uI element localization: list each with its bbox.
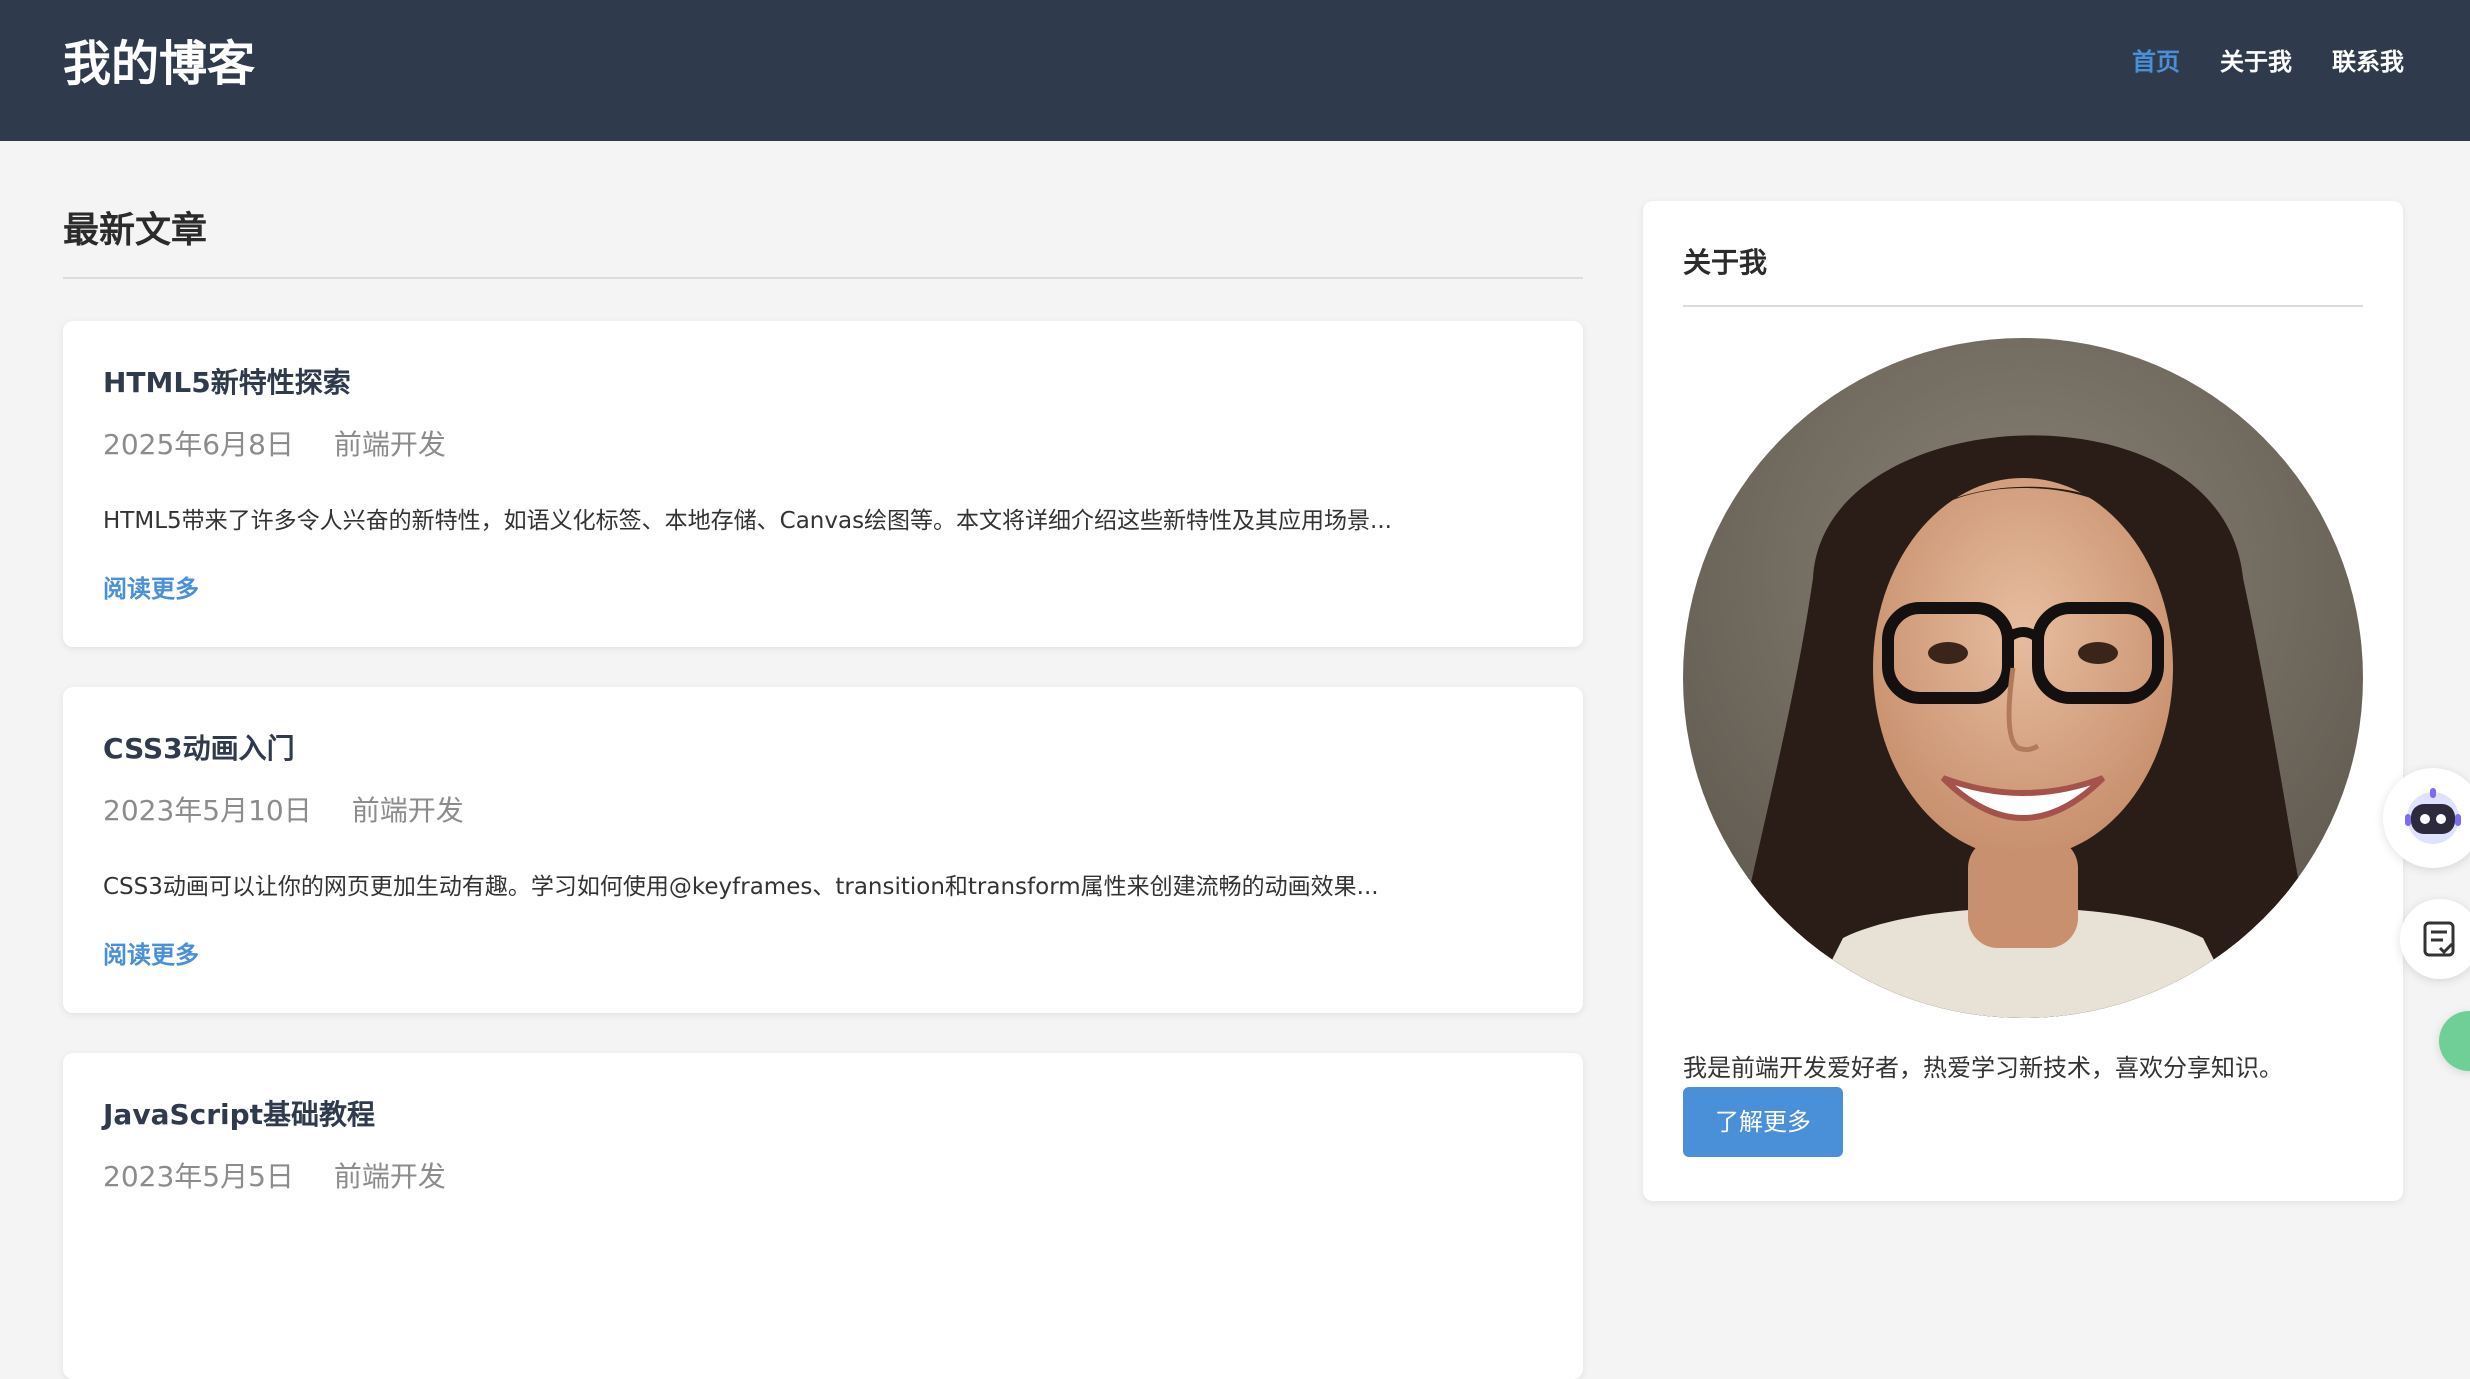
post-meta: 2025年6月8日 前端开发 <box>103 425 446 465</box>
post-meta: 2023年5月10日 前端开发 <box>103 791 464 831</box>
post-card: HTML5新特性探索 2025年6月8日 前端开发 HTML5带来了许多令人兴奋… <box>63 321 1583 647</box>
post-title[interactable]: HTML5新特性探索 <box>103 363 351 403</box>
post-title[interactable]: JavaScript基础教程 <box>103 1095 375 1135</box>
sidebar-bio: 我是前端开发爱好者，热爱学习新技术，喜欢分享知识。 <box>1683 1054 2283 1082</box>
post-date: 2023年5月10日 <box>103 794 312 827</box>
post-category: 前端开发 <box>351 794 464 827</box>
sidebar-divider <box>1683 305 2363 307</box>
green-float-button[interactable] <box>2439 1011 2470 1071</box>
post-excerpt: CSS3动画可以让你的网页更加生动有趣。学习如何使用@keyframes、tra… <box>103 874 1379 900</box>
nav-link-home[interactable]: 首页 <box>2132 42 2180 82</box>
read-more-link[interactable]: 阅读更多 <box>103 571 199 607</box>
post-date: 2025年6月8日 <box>103 428 294 461</box>
site-header: 我的博客 首页 关于我 联系我 <box>0 0 2470 141</box>
nav-link-about[interactable]: 关于我 <box>2220 42 2292 82</box>
read-more-link[interactable]: 阅读更多 <box>103 937 199 973</box>
post-date: 2023年5月5日 <box>103 1160 294 1193</box>
avatar <box>1683 338 2363 1018</box>
post-meta: 2023年5月5日 前端开发 <box>103 1157 446 1197</box>
post-category: 前端开发 <box>333 1160 446 1193</box>
notes-float-button[interactable] <box>2400 899 2470 979</box>
post-title[interactable]: CSS3动画入门 <box>103 729 295 769</box>
post-category: 前端开发 <box>333 428 446 461</box>
learn-more-button[interactable]: 了解更多 <box>1683 1087 1843 1157</box>
section-title: 最新文章 <box>63 210 208 251</box>
post-card: JavaScript基础教程 2023年5月5日 前端开发 <box>63 1053 1583 1379</box>
assistant-float-button[interactable] <box>2383 768 2470 868</box>
about-sidebar: 关于我 我是前端开发爱好者，热爱学习新技术，喜欢分享知识。 了解更多 <box>1643 201 2403 1201</box>
main-nav: 首页 关于我 联系我 <box>2132 42 2404 82</box>
sidebar-title: 关于我 <box>1683 246 1768 279</box>
nav-link-contact[interactable]: 联系我 <box>2332 42 2404 82</box>
avatar-portrait <box>1683 338 2363 1018</box>
notes-checklist-icon <box>2423 921 2455 957</box>
section-divider <box>63 277 1583 279</box>
site-title[interactable]: 我的博客 <box>63 28 255 100</box>
post-card: CSS3动画入门 2023年5月10日 前端开发 CSS3动画可以让你的网页更加… <box>63 687 1583 1013</box>
robot-assistant-icon <box>2405 788 2461 844</box>
post-excerpt: HTML5带来了许多令人兴奋的新特性，如语义化标签、本地存储、Canvas绘图等… <box>103 508 1392 534</box>
